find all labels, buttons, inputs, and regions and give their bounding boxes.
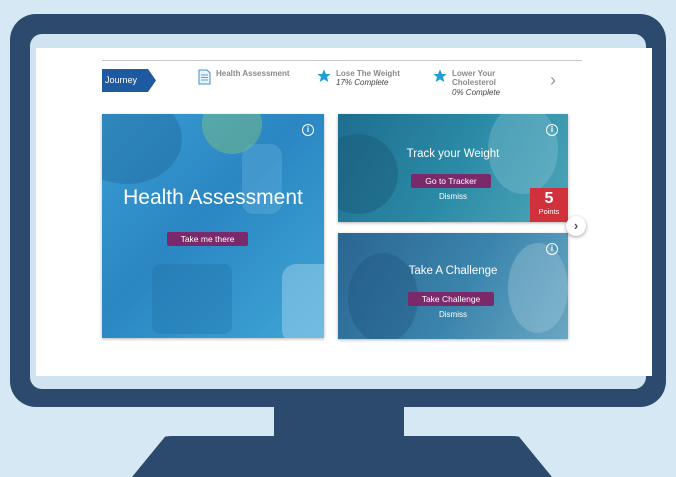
points-badge: 5 Points [530, 188, 568, 222]
chevron-right-icon[interactable]: › [550, 70, 562, 90]
go-to-tracker-button[interactable]: Go to Tracker [411, 174, 491, 188]
step-title: Health Assessment [216, 69, 290, 78]
star-icon [432, 68, 448, 86]
challenge-card[interactable]: i Take A Challenge Take Challenge Dismis… [338, 233, 568, 339]
journey-bar: Journey Health Assessment Lose The Weigh… [102, 48, 582, 108]
step-title-line2: Cholesterol [452, 78, 497, 87]
info-icon[interactable]: i [546, 124, 558, 136]
journey-step-lose-weight[interactable]: Lose The Weight 17% Complete [316, 69, 416, 87]
chevron-right-icon[interactable]: › [566, 216, 586, 236]
card-title: Track your Weight [406, 148, 500, 160]
background-shape [102, 114, 182, 184]
star-icon [316, 68, 332, 86]
info-icon[interactable]: i [302, 124, 314, 136]
step-progress: 0% Complete [452, 88, 501, 97]
step-title-line1: Lower Your [452, 69, 496, 78]
take-challenge-button[interactable]: Take Challenge [408, 292, 494, 306]
divider [102, 60, 582, 61]
dismiss-link[interactable]: Dismiss [338, 310, 568, 319]
background-shape [282, 264, 324, 338]
step-title: Lose The Weight [336, 69, 400, 78]
card-title: Health Assessment [123, 186, 303, 209]
take-me-there-button[interactable]: Take me there [167, 232, 248, 246]
journey-step-health-assessment[interactable]: Health Assessment [198, 69, 308, 85]
card-title: Take A Challenge [408, 265, 498, 277]
background-shape [152, 264, 232, 334]
points-label: Points [538, 207, 560, 216]
info-icon[interactable]: i [546, 243, 558, 255]
track-weight-card[interactable]: i Track your Weight Go to Tracker Dismis… [338, 114, 568, 222]
journey-tag[interactable]: Journey [102, 69, 156, 92]
app-screen: Journey Health Assessment Lose The Weigh… [36, 48, 652, 376]
document-icon [198, 69, 211, 87]
health-assessment-card[interactable]: i Health Assessment Take me there [102, 114, 324, 338]
monitor-stand [132, 436, 552, 477]
step-progress: 17% Complete [336, 78, 389, 87]
points-value: 5 [544, 190, 554, 207]
journey-step-cholesterol[interactable]: Lower Your Cholesterol 0% Complete [432, 69, 532, 97]
background-shape [338, 134, 398, 214]
background-shape [508, 243, 568, 333]
